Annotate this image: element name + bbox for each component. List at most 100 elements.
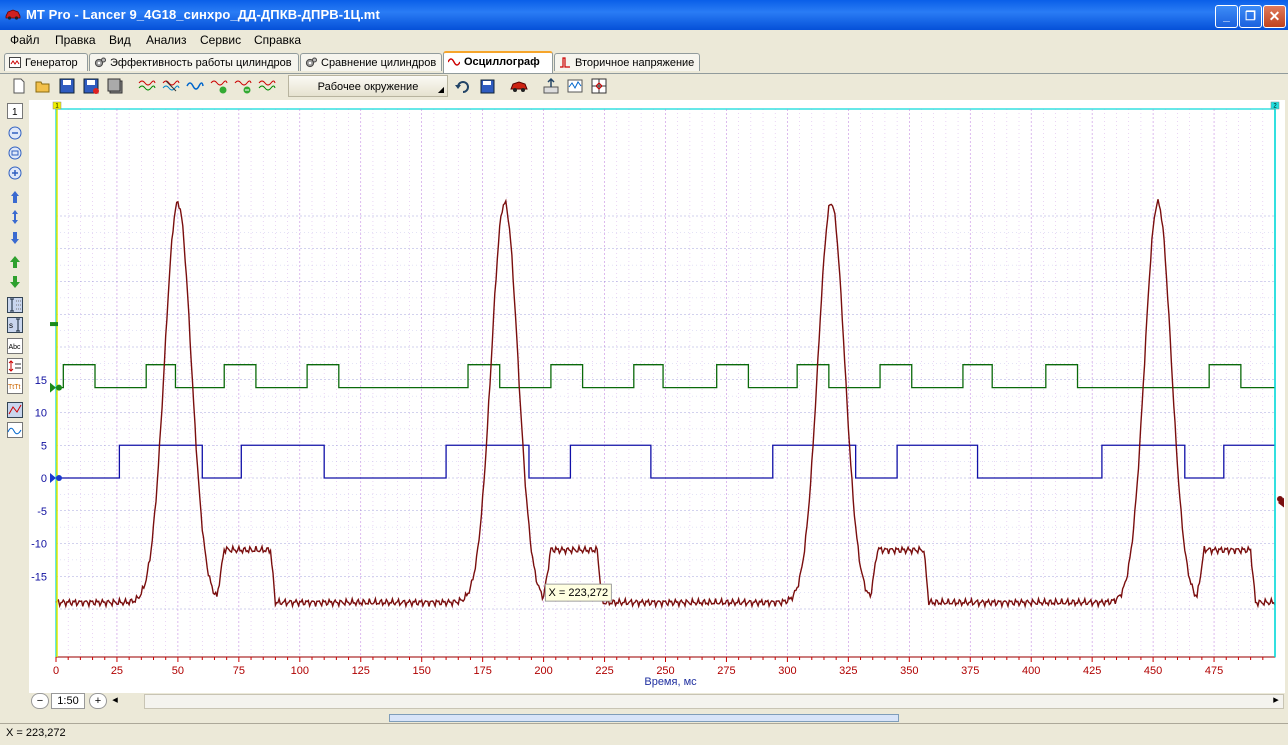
scroll-left-icon[interactable]: ◂ [109,693,121,709]
move-down-icon[interactable] [7,274,23,290]
text-icon[interactable]: TtTt [7,378,23,394]
x-tick-label: 375 [961,665,979,677]
x-axis-label: Время, мс [644,676,697,688]
menu-service[interactable]: Сервис [200,33,241,47]
gears-icon [305,57,317,68]
x-tick-label: 450 [1144,665,1162,677]
tab-cylinder-efficiency[interactable]: Эффективность работы цилиндров [89,53,299,71]
grid-icon[interactable] [590,77,608,95]
x-tick-label: 25 [111,665,123,677]
x-tick-label: 125 [352,665,370,677]
marker-icon[interactable]: s [7,317,23,333]
x-tick-label: 100 [291,665,309,677]
svg-text:Abc: Abc [9,344,22,351]
y-tick-label: 15 [35,375,47,387]
shift-down-icon[interactable] [7,230,23,246]
x-tick-label: 200 [534,665,552,677]
menu-bar: Файл Правка Вид Анализ Сервис Справка [0,30,1288,50]
panel-splitter[interactable] [0,710,1288,723]
app-car-icon [5,9,21,20]
save-all-icon[interactable] [106,77,124,95]
close-icon[interactable]: ✕ [1263,5,1286,28]
y-tick-label: -15 [31,571,47,583]
x-tick-label: 0 [53,665,59,677]
car-icon[interactable] [510,77,528,95]
label-icon[interactable]: Abc [7,338,23,354]
tab-cylinder-comparison[interactable]: Сравнение цилиндров [300,53,442,71]
new-file-icon[interactable] [10,77,28,95]
sine-wave-icon [448,58,460,66]
wave-3-icon[interactable] [186,77,204,95]
zoom-level: 1:50 [51,693,85,709]
x-tick-label: 75 [233,665,245,677]
undo-icon[interactable] [454,77,472,95]
export-icon[interactable] [542,77,560,95]
x-tick-label: 325 [839,665,857,677]
splitter-grip[interactable] [389,714,899,722]
menu-help[interactable]: Справка [254,33,301,47]
x-tick-label: 225 [595,665,613,677]
wave-6-icon[interactable] [258,77,276,95]
measure-icon[interactable] [7,358,23,374]
zoom-plus-icon[interactable]: + [89,693,107,709]
zoom-minus-icon[interactable]: − [31,693,49,709]
workspace-label: Рабочее окружение [317,81,419,93]
oscilloscope-plot[interactable]: 0 25 50 75 100 125 150 175 200 225 250 275 300 325 350… [29,100,1285,693]
save-layout-icon[interactable] [478,77,496,95]
open-folder-icon[interactable] [34,77,52,95]
x-tick-label: 400 [1022,665,1040,677]
tab-oscilloscope[interactable]: Осциллограф [443,51,553,73]
left-toolbar: 1 s Abc TtTt [0,100,29,690]
workspace-dropdown[interactable]: Рабочее окружение ◢ [288,75,448,97]
scroll-right-icon[interactable]: ▸ [1269,693,1283,709]
svg-text:1: 1 [12,107,18,118]
shift-up-icon[interactable] [7,189,23,205]
restore-icon[interactable]: ❐ [1239,5,1262,28]
tab-label: Генератор [25,57,78,69]
generator-icon [9,57,21,68]
tab-label: Вторичное напряжение [575,57,695,69]
zoom-out-icon[interactable] [7,125,23,141]
chart-view-icon[interactable] [7,402,23,418]
save-icon[interactable] [58,77,76,95]
chart-icon[interactable] [566,77,584,95]
zoom-fit-icon[interactable] [7,145,23,161]
menu-analysis[interactable]: Анализ [146,33,187,47]
x-tick-label: 175 [473,665,491,677]
green-level-dot [56,384,62,391]
spread-icon[interactable] [7,209,23,225]
save-as-icon[interactable] [82,77,100,95]
tab-label: Сравнение цилиндров [321,57,437,69]
tab-generator[interactable]: Генератор [4,53,88,71]
menu-view[interactable]: Вид [109,33,131,47]
status-text: X = 223,272 [6,727,66,739]
wave-5-icon[interactable] [234,77,252,95]
spark-icon [560,57,570,68]
channel-1-icon[interactable]: 1 [7,103,23,119]
minimize-icon[interactable]: _ [1215,5,1238,28]
wave-2-icon[interactable] [162,77,180,95]
green-level-marker [50,382,56,393]
green-trigger-marker [50,322,58,327]
horizontal-scrollbar[interactable] [144,694,1284,709]
y-tick-label: 10 [35,408,47,420]
x-tick-label: 275 [717,665,735,677]
cursor-readout-text: X = 223,272 [549,587,609,599]
y-tick-label: -5 [37,506,47,518]
x-tick-label: 50 [172,665,184,677]
wave-1-icon[interactable] [138,77,156,95]
cursor-icon[interactable] [7,297,23,313]
zoom-in-icon[interactable] [7,165,23,181]
x-tick-label: 425 [1083,665,1101,677]
menu-edit[interactable]: Правка [55,33,96,47]
tab-label: Эффективность работы цилиндров [110,57,292,69]
wave-4-icon[interactable] [210,77,228,95]
tab-secondary-voltage[interactable]: Вторичное напряжение [554,53,700,71]
oscilloscope-chart[interactable]: 0 25 50 75 100 125 150 175 200 225 250 275 300 325 350… [29,100,1285,693]
signal-view-icon[interactable] [7,422,23,438]
move-up-icon[interactable] [7,254,23,270]
blue-level-dot [56,475,62,481]
gears-icon [94,57,106,68]
tab-label: Осциллограф [464,56,540,68]
menu-file[interactable]: Файл [10,33,40,47]
